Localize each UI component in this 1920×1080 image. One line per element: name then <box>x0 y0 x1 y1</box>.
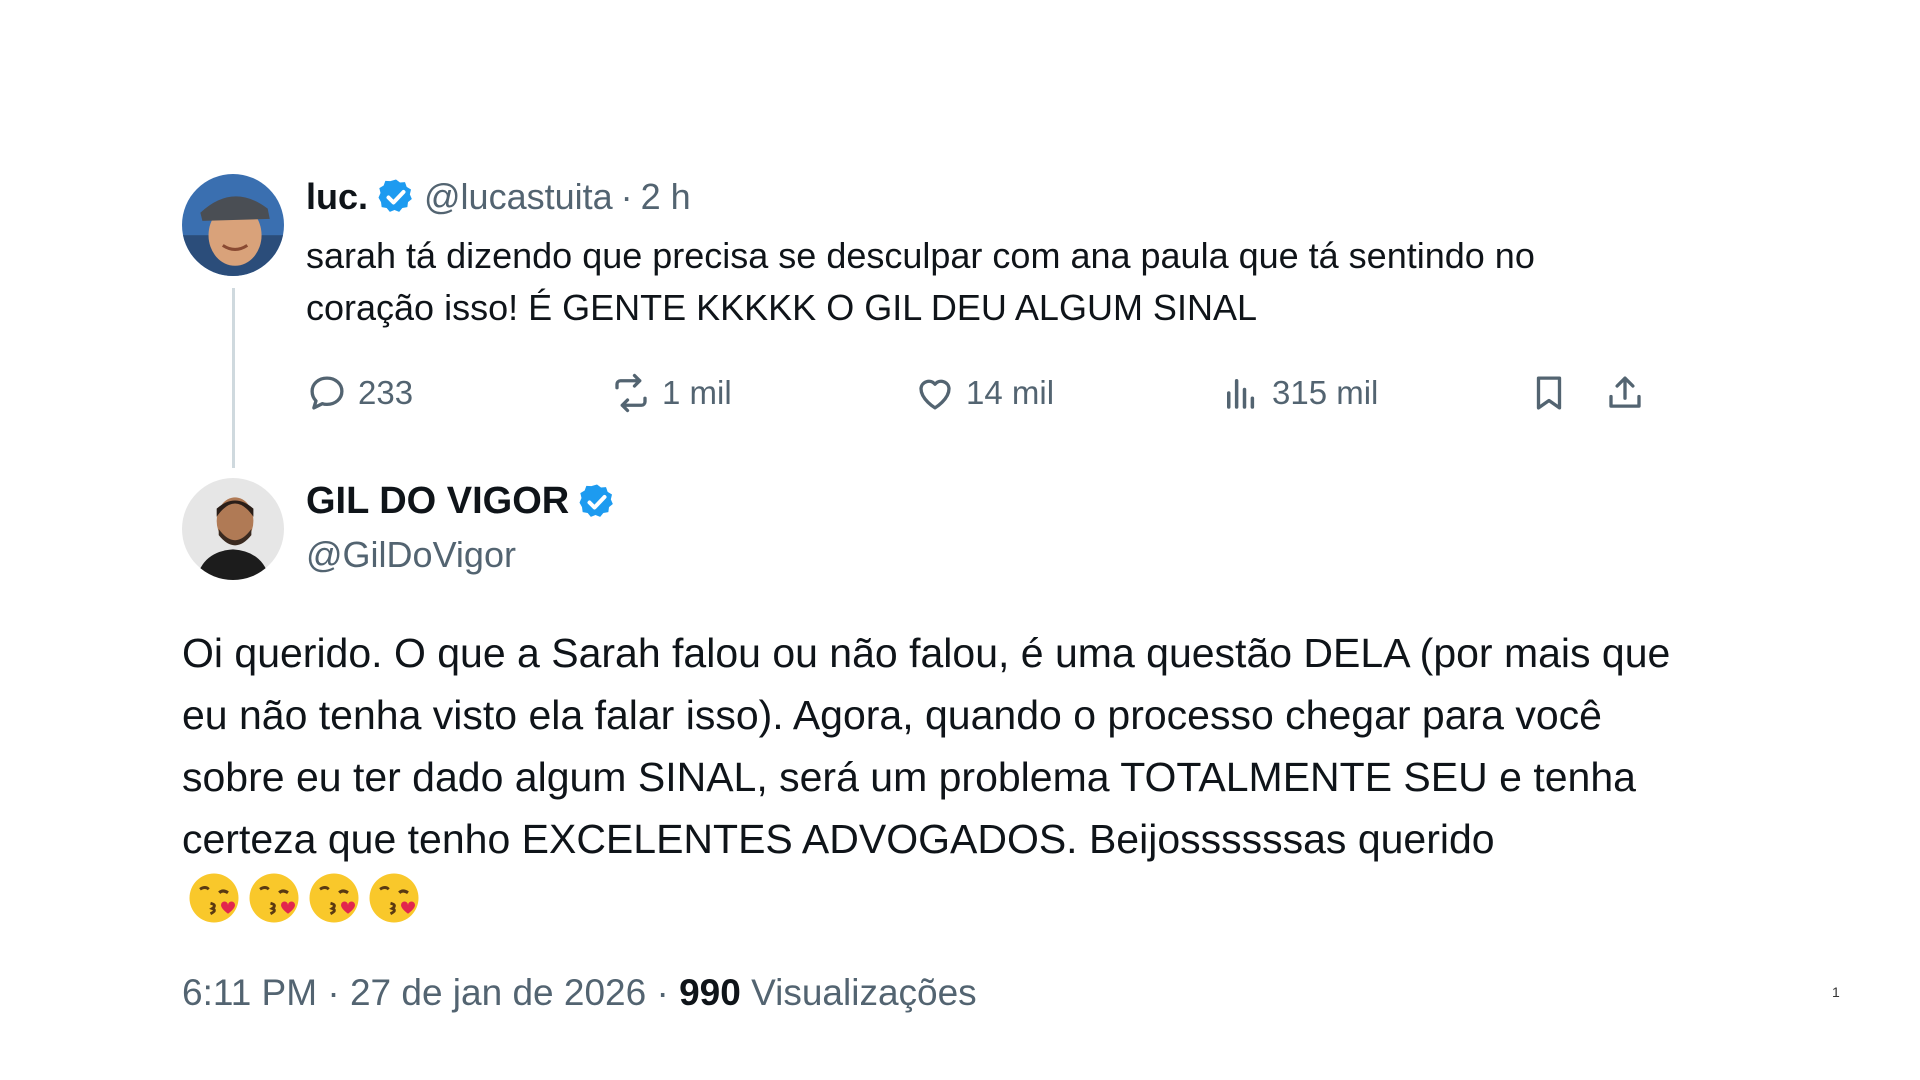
share-button[interactable] <box>1604 372 1646 414</box>
main-avatar[interactable] <box>182 478 284 580</box>
views-button[interactable]: 315 mil <box>1220 372 1378 414</box>
share-icon <box>1609 376 1641 408</box>
kiss-face-emoji-icon <box>366 870 422 926</box>
quoted-avatar[interactable] <box>182 174 284 276</box>
heart-icon <box>919 379 951 410</box>
quoted-display-name[interactable]: luc. <box>306 176 368 218</box>
quoted-timestamp[interactable]: 2 h <box>641 176 691 218</box>
tweet-time[interactable]: 6:11 PM <box>182 972 317 1013</box>
main-tweet-body: Oi querido. O que a Sarah falou ou não f… <box>182 622 1682 933</box>
bookmark-button[interactable] <box>1528 372 1570 414</box>
bookmark-icon <box>1536 376 1562 410</box>
emoji-group <box>182 870 422 926</box>
kiss-face-emoji-icon <box>246 870 302 926</box>
meta-separator: · <box>327 972 340 1013</box>
tweet-date[interactable]: 27 de jan de 2026 <box>350 972 646 1013</box>
main-display-name[interactable]: GIL DO VIGOR <box>306 480 569 523</box>
verified-badge-icon <box>577 482 617 522</box>
repost-icon <box>615 373 647 413</box>
kiss-face-emoji-icon <box>186 870 242 926</box>
thread-connector-line <box>232 288 235 468</box>
main-tweet-text: Oi querido. O que a Sarah falou ou não f… <box>182 630 1671 862</box>
meta-separator: · <box>656 972 669 1013</box>
repost-count: 1 mil <box>662 374 732 411</box>
repost-button[interactable]: 1 mil <box>610 372 732 414</box>
views-total: 990 <box>679 972 741 1013</box>
like-count: 14 mil <box>966 374 1055 411</box>
views-label: Visualizações <box>751 972 977 1013</box>
kiss-face-emoji-icon <box>306 870 362 926</box>
reply-icon <box>310 376 344 410</box>
quoted-tweet-text: sarah tá dizendo que precisa se desculpa… <box>306 235 1535 328</box>
quoted-header: luc. @lucastuita · 2 h <box>306 176 691 218</box>
verified-badge-icon <box>376 177 416 217</box>
tweet-meta: 6:11 PM · 27 de jan de 2026 · 990 Visual… <box>182 972 977 1014</box>
views-count: 315 mil <box>1272 374 1379 411</box>
reply-button[interactable]: 233 <box>306 372 413 414</box>
like-button[interactable]: 14 mil <box>914 372 1054 414</box>
reply-count: 233 <box>358 374 414 411</box>
analytics-icon <box>1227 379 1255 409</box>
page-number: 1 <box>1832 984 1840 1000</box>
main-header: GIL DO VIGOR <box>306 480 617 523</box>
main-handle[interactable]: @GilDoVigor <box>306 534 516 576</box>
quoted-handle[interactable]: @lucastuita <box>424 176 613 218</box>
header-separator: · <box>620 176 633 217</box>
